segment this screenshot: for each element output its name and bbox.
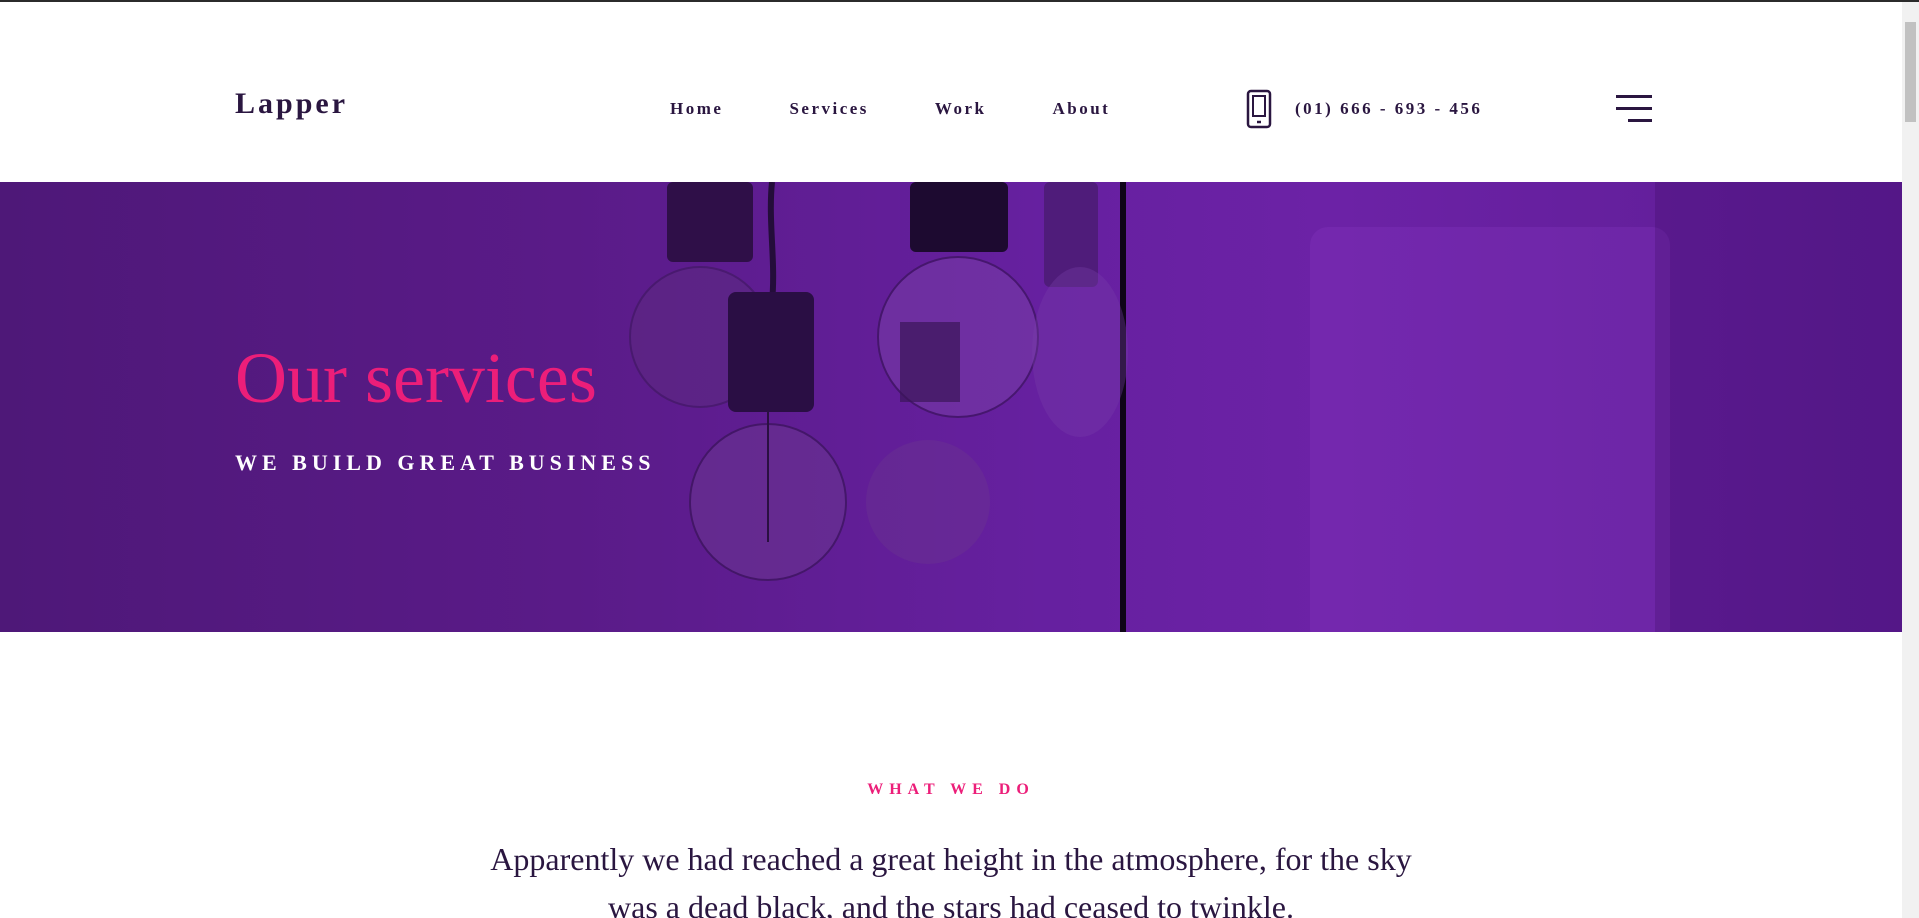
page-scrollbar[interactable] xyxy=(1902,2,1919,918)
hero-title: Our services xyxy=(235,338,597,418)
main-nav: Home Services Work About xyxy=(670,99,1176,119)
smartphone-icon xyxy=(1246,89,1272,129)
nav-work[interactable]: Work xyxy=(935,99,987,119)
what-we-do-label: WHAT WE DO xyxy=(867,781,1035,798)
what-we-do-text: Apparently we had reached a great height… xyxy=(490,841,1412,918)
hamburger-menu-icon[interactable] xyxy=(1616,93,1652,125)
phone-number[interactable]: (01) 666 - 693 - 456 xyxy=(1295,99,1482,119)
nav-services[interactable]: Services xyxy=(789,99,868,119)
hero-banner: Our services WE BUILD GREAT BUSINESS xyxy=(0,182,1902,632)
nav-about[interactable]: About xyxy=(1052,99,1110,119)
site-logo[interactable]: Lapper xyxy=(235,87,348,121)
scrollbar-thumb[interactable] xyxy=(1905,22,1916,122)
nav-home[interactable]: Home xyxy=(670,99,723,119)
hero-subtitle: WE BUILD GREAT BUSINESS xyxy=(235,450,656,475)
site-header: Lapper Home Services Work About (01) 666… xyxy=(0,2,1902,182)
